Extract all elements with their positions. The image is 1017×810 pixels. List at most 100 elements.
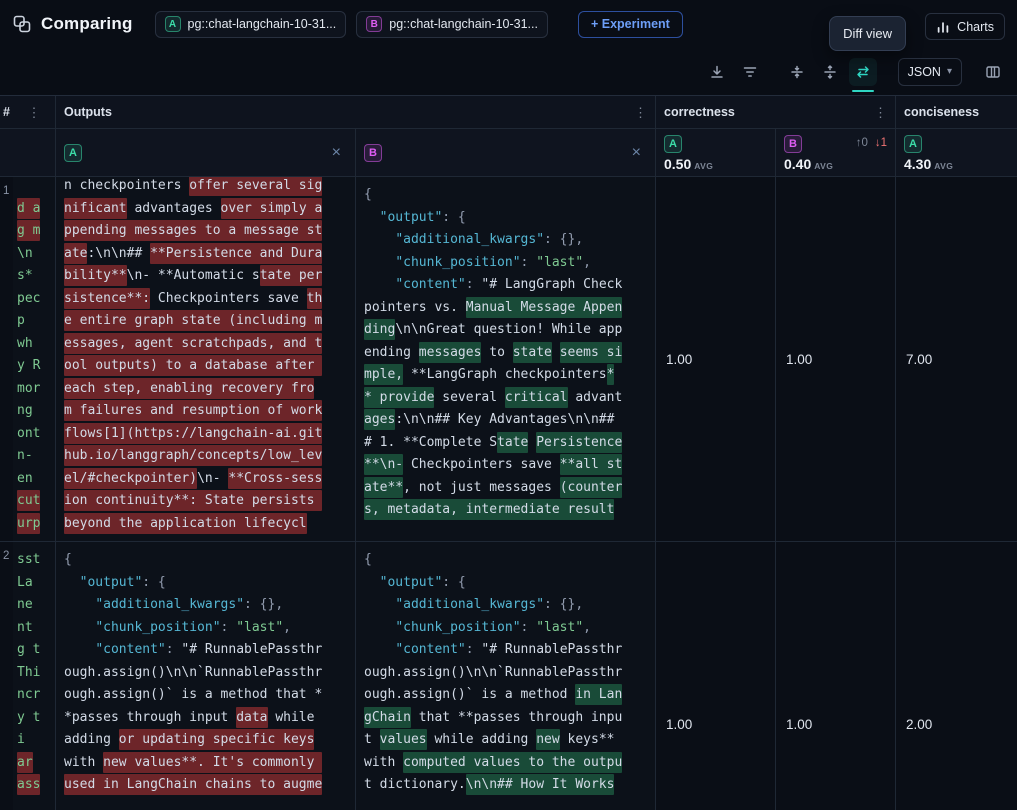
collapse-rows-button[interactable]	[783, 58, 811, 86]
code-line: "additional_kwargs": {},	[364, 229, 647, 252]
diff-view-button[interactable]: Diff view	[829, 16, 906, 51]
code-line: # 1. **Complete State Persistence	[364, 432, 647, 455]
code-line: ough.assign()\n\n`RunnablePassthr	[364, 662, 647, 685]
inputs-column-header: ⋮	[13, 96, 56, 128]
column-menu-icon[interactable]: ⋮	[634, 106, 647, 119]
regression-count[interactable]: ↓1	[875, 137, 887, 149]
code-line: with computed values to the outpu	[364, 752, 647, 775]
avg-unit: AVG	[694, 161, 713, 171]
code-line: ages:\n\n## Key Advantages\n\n##	[364, 409, 647, 432]
conciseness-a-stat[interactable]: A 4.30 AVG	[896, 129, 1017, 176]
download-button[interactable]	[703, 58, 731, 86]
code-line: pointers vs. Manual Message Appen	[364, 297, 647, 320]
index-column-header: #	[0, 96, 13, 128]
code-line: each step, enabling recovery fro	[64, 378, 347, 401]
code-line: "chunk_position": "last",	[364, 252, 647, 275]
output-a-cell[interactable]: n checkpointers offer several significan…	[56, 177, 356, 541]
page-title: Comparing	[41, 14, 133, 34]
experiment-a-badge: A	[904, 135, 922, 153]
code-line: y R	[17, 355, 55, 378]
code-line: hub.io/langgraph/concepts/low_lev	[64, 445, 347, 468]
code-line: ate:\n\n## **Persistence and Dura	[64, 243, 347, 266]
experiment-b-badge: B	[364, 144, 382, 162]
code-line: urp	[17, 513, 55, 536]
code-line: * provide several critical advant	[364, 387, 647, 410]
code-line: "output": {	[64, 572, 347, 595]
columns-button[interactable]	[979, 58, 1007, 86]
filter-button[interactable]	[736, 58, 764, 86]
regression-counts: ↑0 ↓1	[856, 137, 887, 149]
code-line: **\n- Checkpointers save **all st	[364, 454, 647, 477]
code-line: en	[17, 468, 55, 491]
correctness-b-value: 1.00	[776, 177, 896, 541]
table-body: 1d ag m\ns*pecpwhy Rmorngontn-encuturpn …	[0, 177, 1017, 810]
code-line: Thi	[17, 662, 55, 685]
output-a-cell[interactable]: { "output": { "additional_kwargs": {}, "…	[56, 542, 356, 810]
code-line: used in LangChain chains to augme	[64, 774, 347, 797]
code-line: p	[17, 310, 55, 333]
code-line: La	[17, 572, 55, 595]
code-line: with new values**. It's commonly	[64, 752, 347, 775]
format-select[interactable]: JSON ▾	[898, 58, 962, 86]
outputs-column-header[interactable]: Outputs ⋮	[56, 96, 656, 128]
code-line: "chunk_position": "last",	[64, 617, 347, 640]
add-experiment-button[interactable]: + Experiment	[578, 11, 683, 38]
avg-unit: AVG	[814, 161, 833, 171]
diff-swap-button[interactable]	[849, 58, 877, 86]
code-line: ne	[17, 594, 55, 617]
avg-value: 4.30	[904, 156, 931, 172]
correctness-a-stat[interactable]: A 0.50 AVG	[656, 129, 776, 176]
code-line: ool outputs) to a database after	[64, 355, 347, 378]
experiment-chip-b[interactable]: B pg::chat-langchain-10-31...	[356, 11, 548, 38]
code-line: nificant advantages over simply a	[64, 198, 347, 221]
code-line: {	[364, 184, 647, 207]
code-line: *passes through input data while	[64, 707, 347, 730]
filter-icon	[742, 64, 758, 80]
table-row[interactable]: 1d ag m\ns*pecpwhy Rmorngontn-encuturpn …	[0, 177, 1017, 542]
code-line: "additional_kwargs": {},	[364, 594, 647, 617]
experiment-chip-a[interactable]: A pg::chat-langchain-10-31...	[155, 11, 347, 38]
table-row[interactable]: 2sstLanentg tThincry tiarass{ "output": …	[0, 542, 1017, 810]
improvement-count[interactable]: ↑0	[856, 137, 868, 149]
output-b-cell[interactable]: { "output": { "additional_kwargs": {}, "…	[356, 177, 656, 541]
code-line: ion continuity**: State persists	[64, 490, 347, 513]
inputs-fragment-cell: sstLanentg tThincry tiarass	[13, 542, 56, 810]
column-menu-icon[interactable]: ⋮	[874, 106, 887, 119]
conciseness-column-header[interactable]: conciseness	[896, 96, 1017, 128]
app-logo-icon[interactable]	[12, 14, 32, 34]
experiment-a-label: pg::chat-langchain-10-31...	[188, 17, 337, 31]
correctness-column-header[interactable]: correctness ⋮	[656, 96, 896, 128]
code-line: ng	[17, 400, 55, 423]
code-line: ough.assign()` is a method that *	[64, 684, 347, 707]
expand-rows-button[interactable]	[816, 58, 844, 86]
code-line: pec	[17, 288, 55, 311]
code-line: n-	[17, 445, 55, 468]
code-line: "output": {	[364, 207, 647, 230]
avg-value: 0.50	[664, 156, 691, 172]
correctness-b-value: 1.00	[776, 542, 896, 810]
code-line: {	[64, 549, 347, 572]
toolbar: JSON ▾	[0, 48, 1017, 95]
code-line: flows[1](https://langchain-ai.git	[64, 423, 347, 446]
correctness-b-stat[interactable]: B ↑0 ↓1 0.40 AVG	[776, 129, 896, 176]
charts-button[interactable]: Charts	[925, 13, 1005, 40]
inputs-fragment-cell: d ag m\ns*pecpwhy Rmorngontn-encuturp	[13, 177, 56, 541]
code-line: t dictionary.\n\n## How It Works	[364, 774, 647, 797]
code-line: sst	[17, 549, 55, 572]
code-line: \n	[17, 243, 55, 266]
code-line: mple, **LangGraph checkpointers*	[364, 364, 647, 387]
table-header-row: # ⋮ Outputs ⋮ correctness ⋮ conciseness	[0, 96, 1017, 129]
column-menu-icon[interactable]: ⋮	[28, 106, 41, 119]
close-column-a-button[interactable]: ×	[332, 145, 341, 161]
conciseness-a-value: 7.00	[896, 177, 1017, 541]
code-line: ass	[17, 774, 55, 797]
close-column-b-button[interactable]: ×	[632, 145, 641, 161]
output-b-cell[interactable]: { "output": { "additional_kwargs": {}, "…	[356, 542, 656, 810]
experiment-b-badge: B	[366, 16, 382, 32]
conciseness-header-label: conciseness	[904, 105, 979, 119]
code-line: n checkpointers offer several sig	[64, 177, 347, 198]
code-line: adding or updating specific keys	[64, 729, 347, 752]
code-line: "content": "# LangGraph Check	[364, 274, 647, 297]
index-header-label: #	[3, 105, 10, 119]
experiment-a-badge: A	[664, 135, 682, 153]
